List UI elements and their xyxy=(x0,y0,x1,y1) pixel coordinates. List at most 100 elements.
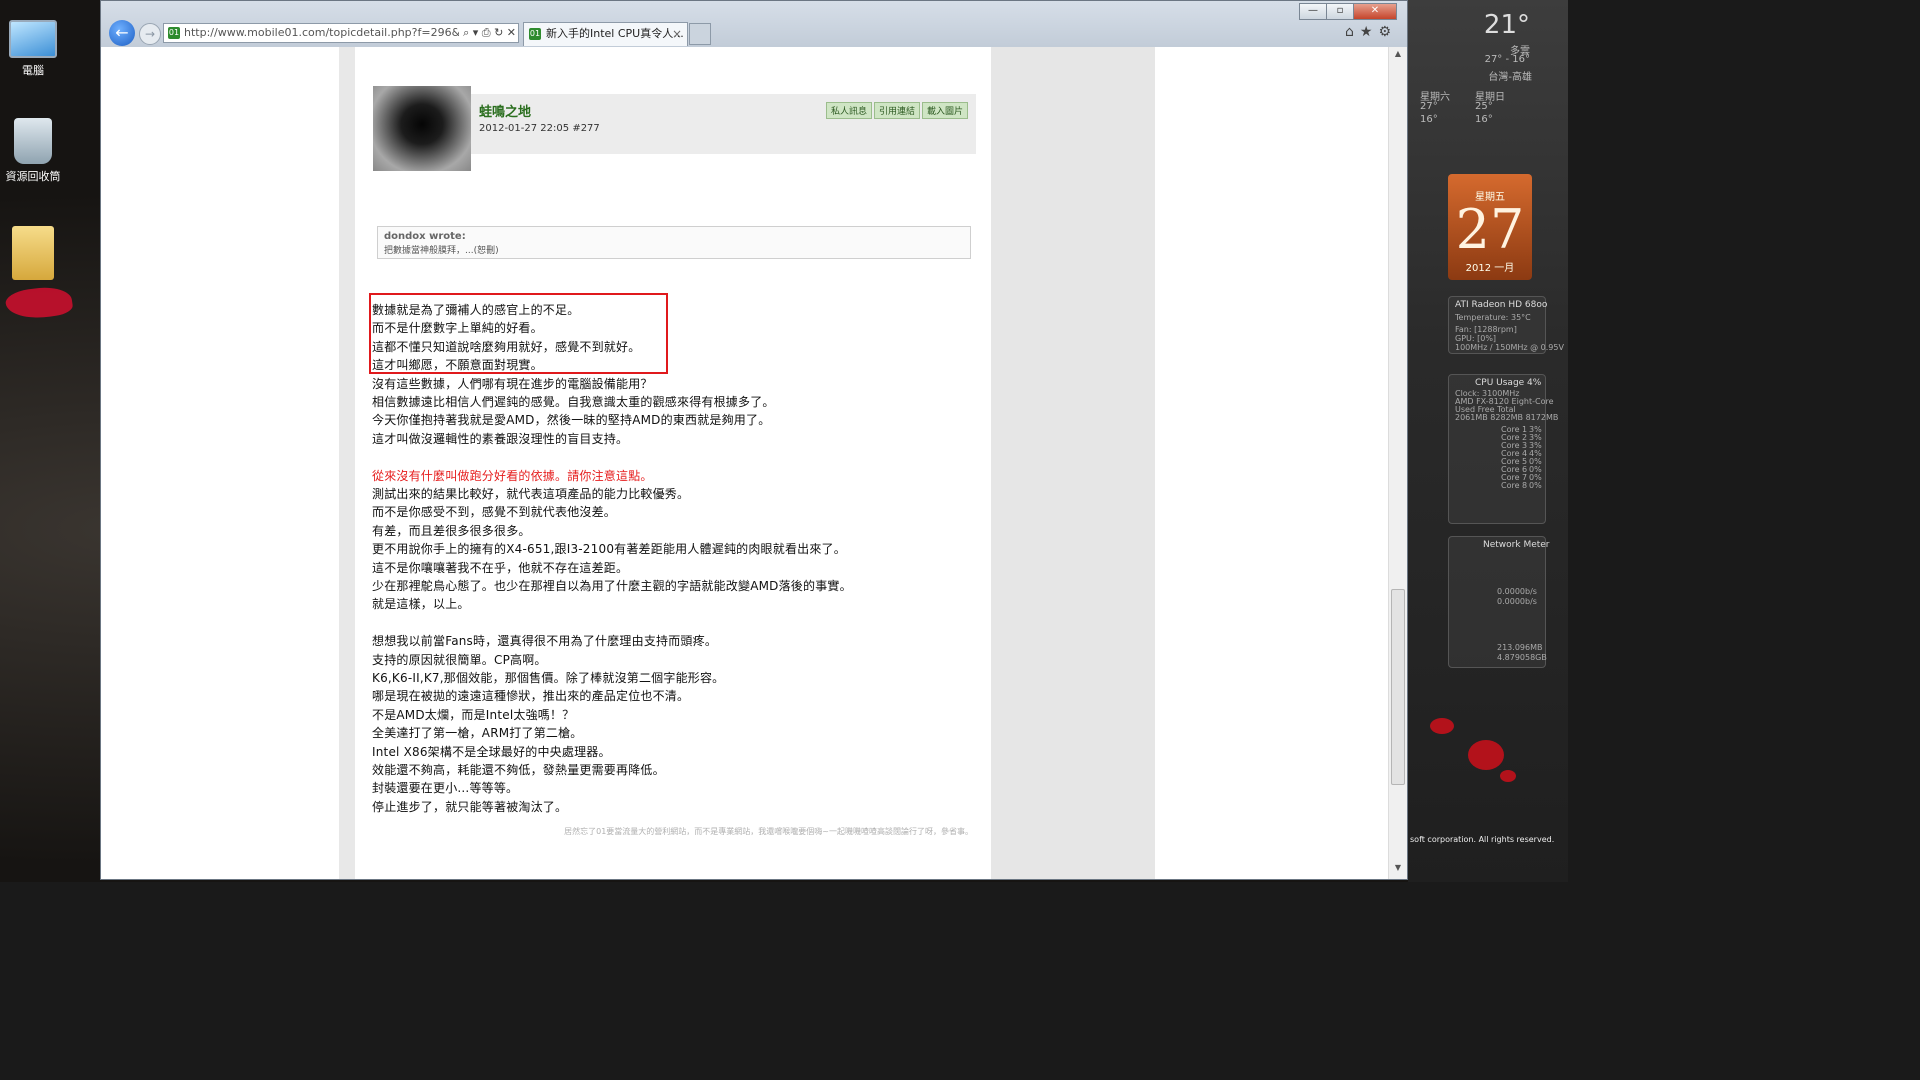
post-number[interactable]: #277 xyxy=(572,123,599,134)
post-line: 不是AMD太爛，而是Intel太強嗎！？ xyxy=(372,707,575,722)
scroll-up-icon[interactable]: ▲ xyxy=(1389,49,1407,63)
weather-day2-lo: 16° xyxy=(1475,114,1493,125)
tab-close-icon[interactable]: × xyxy=(672,23,682,45)
post-line: 更不用說你手上的擁有的X4-651,跟I3-2100有著差距能用人體遲鈍的肉眼就… xyxy=(372,542,846,557)
calendar-date: 27 xyxy=(1455,198,1525,261)
post-line: Intel X86架構不是全球最好的中央處理器。 xyxy=(372,744,611,759)
gpu-fan: Fan: [1288rpm] xyxy=(1455,325,1517,334)
weather-temp: 21° xyxy=(1483,10,1530,40)
post-line: 今天你僅抱持著我就是愛AMD，然後一昧的堅持AMD的東西就是夠用了。 xyxy=(372,413,771,428)
tab-favicon-icon: 01 xyxy=(529,28,541,40)
scroll-down-icon[interactable]: ▼ xyxy=(1389,863,1407,877)
folder-icon xyxy=(12,226,54,280)
browser-titlebar[interactable]: — ▫ ✕ ← → 01 http://www.mobile01.com/top… xyxy=(101,1,1407,47)
quote-author: dondox wrote: xyxy=(384,231,466,242)
blood-splat xyxy=(1430,718,1454,734)
post-line: 停止進步了，就只能等著被淘汰了。 xyxy=(372,799,568,814)
avatar[interactable] xyxy=(373,86,471,171)
scrollbar[interactable]: ▲ ▼ xyxy=(1388,47,1407,879)
maximize-button[interactable]: ▫ xyxy=(1326,3,1354,20)
quote-text: 把數據當神般膜拜，...(恕刪) xyxy=(384,246,499,256)
post-line: 這不是你嚷嚷著我不在乎，他就不存在這差距。 xyxy=(372,560,629,575)
post-line: 從來沒有什麼叫做跑分好看的依據。請你注意這點。 xyxy=(372,468,653,483)
quote-link-button[interactable]: 引用連結 xyxy=(873,102,920,119)
network-line1: 0.0000b/s xyxy=(1497,587,1537,596)
cpu-mem-values: 2061MB 8282MB 8172MB xyxy=(1455,413,1559,422)
page-viewport[interactable]: 蛙鳴之地 2012-01-27 22:05 #277 私人訊息 引用連結 載入圖… xyxy=(101,47,1391,879)
post-line: 少在那裡鴕鳥心態了。也少在那裡自以為用了什麼主觀的字語就能改變AMD落後的事實。 xyxy=(372,579,852,593)
gpu-title: ATI Radeon HD 68oo xyxy=(1455,300,1548,310)
post-actions: 私人訊息 引用連結 載入圖片 xyxy=(825,102,968,119)
weather-range: 27° - 16° xyxy=(1484,54,1530,65)
blood-splat xyxy=(1500,770,1516,782)
gpu-temp: 35°C xyxy=(1511,313,1531,322)
calendar-gadget[interactable]: 星期五 27 2012 一月 xyxy=(1448,174,1532,280)
post-line: K6,K6-II,K7,那個效能，那個售價。除了棒就沒第二個字能形容。 xyxy=(372,671,725,685)
close-button[interactable]: ✕ xyxy=(1353,3,1397,20)
tab-current[interactable]: 01 新入手的Intel CPU真令人... × xyxy=(523,22,688,46)
computer-icon xyxy=(9,20,57,58)
window-controls: — ▫ ✕ xyxy=(1299,3,1397,20)
post-line: 封裝還要在更小...等等等。 xyxy=(372,781,519,796)
favorites-icon[interactable]: ★ xyxy=(1360,24,1379,40)
desktop-icon-label: 資源回收筒 xyxy=(5,170,61,183)
page-right-rail xyxy=(991,47,1155,879)
desktop-icon-recycle-bin[interactable]: 資源回收筒 xyxy=(4,118,62,184)
address-url: http://www.mobile01.com/topicdetail.php?… xyxy=(184,26,495,39)
cpu-core-value: 0% xyxy=(1529,481,1542,490)
post-username[interactable]: 蛙鳴之地 xyxy=(479,101,531,120)
wallpaper-corp-text: soft corporation. All rights reserved. xyxy=(1410,835,1555,844)
weather-location: 台灣-高雄 xyxy=(1488,72,1532,83)
post-line: 而不是你感受不到，感覺不到就代表他沒差。 xyxy=(372,505,617,520)
post-line: 支持的原因就很簡單。CP高啊。 xyxy=(372,652,547,667)
scroll-thumb[interactable] xyxy=(1391,589,1405,785)
cpu-gadget[interactable]: CPU Usage 4% Clock: 3100MHz AMD FX-8120 … xyxy=(1448,374,1558,524)
post-line: 就是這樣，以上。 xyxy=(372,597,470,612)
calendar-month: 2012 一月 xyxy=(1465,263,1515,274)
address-bar[interactable]: 01 http://www.mobile01.com/topicdetail.p… xyxy=(163,23,519,43)
gpu-load: GPU: [0%] xyxy=(1455,334,1497,343)
network-line4: 4.879058GB xyxy=(1497,653,1547,662)
new-tab-button[interactable] xyxy=(689,23,711,45)
quote-box: dondox wrote: 把數據當神般膜拜，...(恕刪) xyxy=(377,226,971,259)
desktop-icon-folder[interactable] xyxy=(4,226,62,284)
cpu-percent: 4% xyxy=(1527,378,1542,388)
post-line: 沒有這些數據，人們哪有現在進步的電腦設備能用？ xyxy=(372,376,653,391)
post-meta: 2012-01-27 22:05 #277 xyxy=(479,123,600,134)
post-line: 全美達打了第一槍，ARM打了第二槍。 xyxy=(372,726,583,741)
blood-splat xyxy=(1468,740,1504,770)
post-header: 蛙鳴之地 2012-01-27 22:05 #277 私人訊息 引用連結 載入圖… xyxy=(471,94,976,154)
post-line: 這才叫做沒邏輯性的素養跟沒理性的盲目支持。 xyxy=(372,431,629,446)
weather-gadget[interactable]: 21° 多雲 27° - 16° 台灣-高雄 星期六 27° 16° 星期日 2… xyxy=(1420,4,1540,148)
tools-icon[interactable]: ⚙ xyxy=(1378,24,1397,40)
desktop-icon-computer[interactable]: 電腦 xyxy=(4,14,62,78)
private-message-button[interactable]: 私人訊息 xyxy=(825,102,872,119)
post-datetime: 2012-01-27 22:05 xyxy=(479,123,570,134)
browser-window[interactable]: — ▫ ✕ ← → 01 http://www.mobile01.com/top… xyxy=(100,0,1408,880)
weather-day1-hi: 27° xyxy=(1420,101,1438,112)
home-icon[interactable]: ⌂ xyxy=(1345,24,1360,40)
cpu-core-label: Core 8 xyxy=(1501,481,1528,490)
address-actions-icon[interactable]: ⌕ ▾ ⎙ ↻ ✕ xyxy=(459,24,516,42)
post-line: 效能還不夠高，耗能還不夠低，發熱量更需要再降低。 xyxy=(372,763,665,777)
weather-day2-hi: 25° xyxy=(1475,101,1493,112)
post-line: 有差，而且差很多很多很多。 xyxy=(372,523,531,538)
red-highlight-box xyxy=(369,293,668,374)
forward-button[interactable]: → xyxy=(139,23,161,45)
gpu-gadget[interactable]: ATI Radeon HD 68oo Temperature: 35°C Fan… xyxy=(1448,296,1564,354)
desktop-icon-label: 電腦 xyxy=(22,64,44,77)
recycle-bin-icon xyxy=(14,118,52,164)
post-line: 想想我以前當Fans時，還真得很不用為了什麼理由支持而頭疼。 xyxy=(372,634,718,649)
network-line3: 213.096MB xyxy=(1497,643,1543,652)
post-line: 哪是現在被拋的遠遠這種慘狀，推出來的產品定位也不清。 xyxy=(372,689,690,704)
tab-title: 新入手的Intel CPU真令人... xyxy=(546,27,684,40)
load-images-button[interactable]: 載入圖片 xyxy=(921,102,968,119)
post-line: 相信數據遠比相信人們遲鈍的感覺。自我意識太重的觀感來得有根據多了。 xyxy=(372,395,775,409)
network-gadget[interactable]: Network Meter 0.0000b/s 0.0000b/s 213.09… xyxy=(1448,536,1550,668)
command-icons: ⌂★⚙ xyxy=(1345,24,1397,40)
post-line: 測試出來的結果比較好，就代表這項產品的能力比較優秀。 xyxy=(372,487,690,501)
back-button[interactable]: ← xyxy=(109,20,135,46)
post-footer-note: 居然忘了01要當流量大的營利網站，而不是專業網站，我還嚐喉嚨要個嗨~一起嘰嘰喳喳… xyxy=(564,827,973,836)
gpu-clock: 100MHz / 150MHz @ 0.95V xyxy=(1455,343,1564,352)
minimize-button[interactable]: — xyxy=(1299,3,1327,20)
